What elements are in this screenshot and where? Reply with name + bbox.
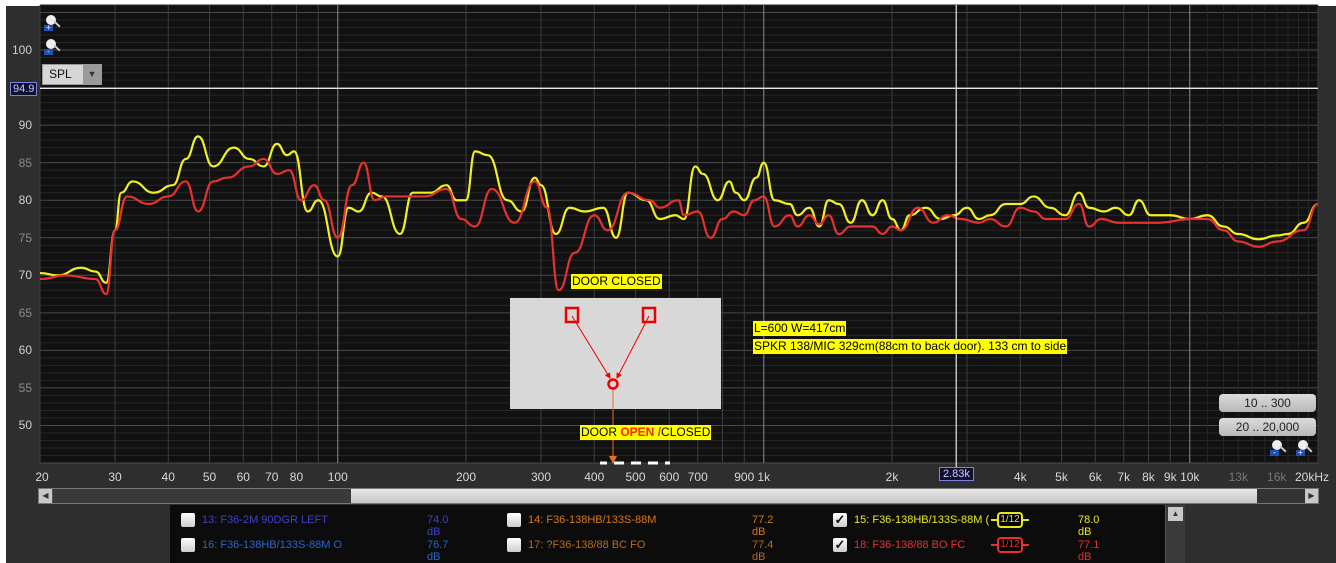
measurement-level: 77.4 dB [752, 539, 774, 563]
x-tick-label: 20 [35, 470, 49, 484]
left-speaker-arrow [571, 315, 611, 379]
scroll-right-button[interactable]: ▶ [1305, 489, 1318, 503]
measurement-name[interactable]: 14: F36-138HB/133S-88M [528, 514, 656, 526]
y-tick-label: 50 [18, 418, 32, 433]
y-tick-label: 100 [11, 43, 32, 58]
door-closed-note: DOOR CLOSED [571, 274, 662, 289]
chevron-down-icon: ▼ [83, 65, 101, 84]
y-tick-label: 85 [18, 155, 32, 170]
x-tick-label: 7k [1117, 470, 1131, 484]
x-tick-label: 5k [1055, 470, 1068, 484]
y-tick-label: 65 [18, 305, 32, 320]
range-10-300-button[interactable]: 10 .. 300 [1219, 394, 1316, 412]
y-tick-label: 80 [18, 193, 32, 208]
measurement-name[interactable]: 17: ?F36-138/88 BC FO [528, 539, 645, 551]
door-open-closed-note: DOOR OPEN /CLOSED [580, 425, 712, 440]
x-tick-label: 30 [108, 470, 122, 484]
door-prefix: DOOR [581, 425, 621, 439]
cursor-x-readout: 2.83k [939, 467, 974, 481]
measurement-level: 78.0 dB [1078, 514, 1100, 538]
smoothing-badge[interactable]: 1/12 [991, 537, 1029, 553]
range-20-20000-button[interactable]: 20 .. 20,000 [1219, 418, 1316, 436]
x-tick-label: 500 [625, 470, 646, 484]
measurement-level: 77.2 dB [752, 514, 774, 538]
x-tick-label: 9k [1163, 470, 1177, 484]
x-tick-label: 4k [1013, 470, 1027, 484]
measurement-legend: 13: F36-2M 90DGR LEFT 74.0 dB 14: F36-13… [170, 505, 1165, 563]
zoom-out-x-icon[interactable]: - [1270, 440, 1287, 458]
smoothing-badge[interactable]: 1/12 [991, 512, 1029, 528]
microphone-icon [607, 378, 619, 390]
minus-sign: - [1270, 449, 1279, 457]
x-tick-label: 100 [327, 470, 348, 484]
measurement-level: 77.1 dB [1078, 539, 1100, 563]
plus-sign: + [1296, 449, 1305, 457]
measurement-name[interactable]: 15: F36-138HB/133S-88M ( [854, 514, 989, 526]
x-tick-label: 16k [1267, 470, 1287, 484]
x-tick-label: 40 [161, 470, 175, 484]
placement-note: SPKR 138/MIC 329cm(88cm to back door). 1… [753, 339, 1068, 354]
x-tick-label: 600 [659, 470, 680, 484]
x-tick-label: 400 [584, 470, 605, 484]
x-tick-label: 1k [757, 470, 771, 484]
scroll-track-end[interactable] [1257, 489, 1305, 503]
measurement-type-select[interactable]: SPL ▼ [42, 64, 102, 85]
x-tick-label: 700 [687, 470, 708, 484]
x-tick-label: 70 [265, 470, 279, 484]
right-speaker-icon [641, 306, 657, 324]
x-tick-label: 20kHz [1294, 470, 1330, 484]
plus-sign: + [44, 24, 53, 32]
x-tick-label: 60 [236, 470, 250, 484]
door-closed-text: CLOSED [661, 425, 711, 439]
x-tick-label: 200 [455, 470, 477, 484]
x-tick-label: 80 [289, 470, 304, 484]
y-tick-label: 75 [18, 230, 32, 245]
select-value: SPL [49, 67, 72, 81]
minus-sign: - [44, 48, 53, 56]
y-tick-label: 60 [18, 343, 32, 358]
y-tick-label: 70 [18, 268, 32, 283]
measurement-level: 74.0 dB [427, 514, 449, 538]
measurement-name[interactable]: 18: F36-138/88 BO FC [854, 539, 965, 551]
x-tick-label: 300 [530, 470, 552, 484]
measurement-checkbox[interactable] [507, 513, 521, 527]
measurement-level: 76.7 dB [427, 539, 449, 563]
legend-scrollbar[interactable]: ▲ [1165, 505, 1185, 563]
scroll-thumb[interactable] [351, 489, 1257, 503]
scroll-up-button[interactable]: ▲ [1168, 507, 1183, 521]
zoom-out-y-icon[interactable]: - [44, 39, 61, 57]
measurement-checkbox[interactable]: ✓ [833, 538, 847, 552]
scroll-left-button[interactable]: ◀ [39, 489, 52, 503]
measurement-name[interactable]: 13: F36-2M 90DGR LEFT [202, 514, 328, 526]
right-speaker-arrow [616, 315, 650, 379]
x-tick-label: 50 [202, 470, 217, 484]
zoom-in-x-icon[interactable]: + [1296, 440, 1313, 458]
measurement-checkbox[interactable]: ✓ [833, 513, 847, 527]
x-tick-label: 13k [1228, 470, 1248, 484]
measurement-checkbox[interactable] [181, 513, 195, 527]
measurement-name[interactable]: 16: F36-138HB/133S-88M O [202, 539, 342, 551]
left-speaker-icon [564, 306, 580, 324]
scroll-track[interactable] [53, 489, 351, 503]
y-tick-label: 55 [18, 380, 32, 395]
room-dimensions-note: L=600 W=417cm [753, 321, 847, 336]
x-tick-label: 8k [1142, 470, 1155, 484]
measurement-checkbox[interactable] [181, 538, 195, 552]
cursor-y-readout: 94.9 [10, 82, 38, 96]
x-tick-label: 900 [734, 470, 755, 484]
x-tick-label: 6k [1088, 470, 1102, 484]
x-scrollbar[interactable]: ◀ ▶ [38, 488, 1319, 504]
door-open-text: OPEN [620, 425, 655, 439]
zoom-in-y-icon[interactable]: + [44, 15, 61, 33]
x-tick-label: 2k [885, 470, 899, 484]
x-tick-label: 10k [1180, 470, 1200, 484]
y-tick-label: 90 [18, 118, 32, 133]
measurement-checkbox[interactable] [507, 538, 521, 552]
